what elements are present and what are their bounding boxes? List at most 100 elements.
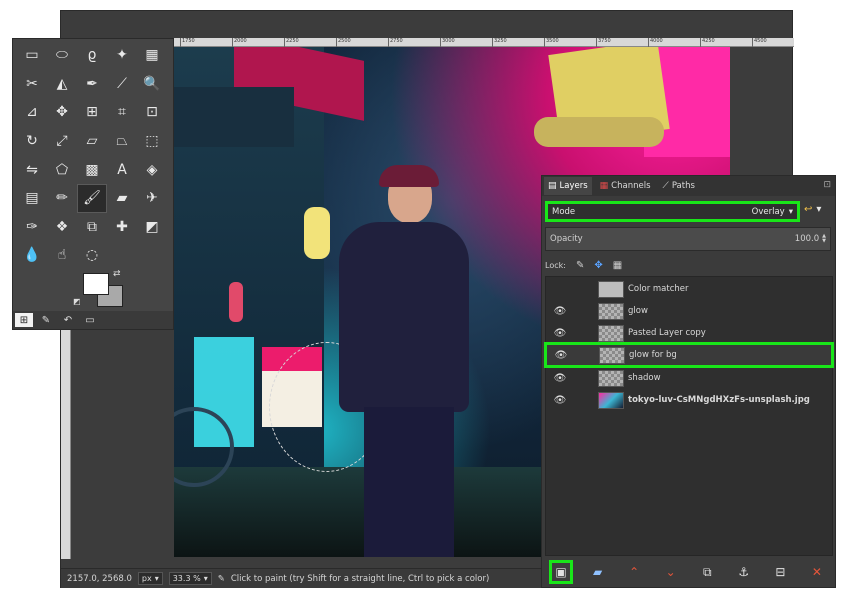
alignment-icon[interactable]: ⊞ — [77, 98, 107, 127]
composite-mode-icon: ↩ — [804, 204, 813, 215]
heal-icon[interactable]: ✚ — [107, 213, 137, 242]
layer-row[interactable]: 👁 glow for bg — [544, 342, 834, 368]
dodge-burn-icon[interactable]: ◌ — [77, 241, 107, 270]
bucket-fill-icon[interactable]: ◈ — [137, 155, 167, 184]
handle-transform-icon[interactable]: ⬚ — [137, 127, 167, 156]
measure-icon[interactable]: ⊿ — [17, 98, 47, 127]
layer-row[interactable]: Color matcher — [546, 278, 832, 300]
layer-name[interactable]: Pasted Layer copy — [628, 328, 706, 338]
lower-layer-icon[interactable]: ⌄ — [659, 560, 683, 584]
spin-down-icon[interactable]: ▼ — [822, 239, 826, 244]
flip-icon[interactable]: ⇋ — [17, 155, 47, 184]
fuzzy-select-icon[interactable]: ✦ — [107, 41, 137, 70]
layers-buttons: ▣ ▰ ⌃ ⌄ ⧉ ⚓ ⊟ ✕ — [545, 559, 833, 585]
ruler-tick — [544, 38, 545, 47]
layer-row[interactable]: 👁 shadow — [546, 367, 832, 389]
opacity-spinner[interactable]: ▲ ▼ — [822, 234, 826, 244]
zoom-select[interactable]: 33.3 % ▾ — [168, 572, 212, 585]
layer-thumbnail[interactable] — [598, 324, 624, 342]
foreground-color[interactable] — [83, 273, 109, 295]
paths-icon[interactable]: ✒ — [77, 70, 107, 99]
composite-mode-button[interactable]: ↩ ▾ — [804, 204, 821, 215]
gradient-icon[interactable]: ▤ — [17, 184, 47, 213]
layer-thumbnail[interactable] — [599, 346, 625, 364]
undo-history-tab-icon[interactable]: ↶ — [59, 313, 77, 327]
layer-name[interactable]: tokyo-luv-CsMNgdHXzFs-unsplash.jpg — [628, 395, 810, 405]
anchor-layer-icon[interactable]: ⚓ — [732, 560, 756, 584]
dock-menu-icon[interactable]: ⊡ — [823, 180, 831, 190]
layer-thumbnail[interactable] — [598, 302, 624, 320]
clone-icon[interactable]: ⧉ — [77, 213, 107, 242]
warp-icon[interactable]: ▩ — [77, 155, 107, 184]
perspective-clone-icon[interactable]: ◩ — [137, 213, 167, 242]
eye-icon[interactable]: 👁 — [546, 395, 570, 406]
ink-icon[interactable]: ✑ — [17, 213, 47, 242]
tab-channels[interactable]: ▦ Channels — [596, 177, 655, 195]
scale-icon[interactable]: ⤢ — [47, 127, 77, 156]
lock-label: Lock: — [545, 260, 566, 270]
horizontal-ruler[interactable]: 1750 2000 2250 2500 2750 3000 3250 3500 3750 4000… — [174, 38, 794, 47]
eye-icon[interactable]: 👁 — [546, 328, 570, 339]
pencil-icon[interactable]: ✏ — [47, 184, 77, 213]
swap-colors-icon[interactable]: ⇄ — [113, 269, 121, 279]
duplicate-layer-icon[interactable]: ⧉ — [695, 560, 719, 584]
crop-icon[interactable]: ⌗ — [107, 98, 137, 127]
delete-layer-icon[interactable]: ✕ — [805, 560, 829, 584]
layer-name[interactable]: glow — [628, 306, 648, 316]
lock-alpha-icon[interactable]: ▦ — [613, 260, 622, 271]
paintbrush-icon[interactable]: 🖌 — [77, 183, 107, 213]
scissors-select-icon[interactable]: ✂ — [17, 70, 47, 99]
free-select-icon[interactable]: ϱ — [77, 41, 107, 70]
eye-icon[interactable]: 👁 — [546, 306, 570, 317]
layer-name[interactable]: glow for bg — [629, 350, 677, 360]
images-tab-icon[interactable]: ▭ — [81, 313, 99, 327]
eye-icon[interactable]: 👁 — [547, 350, 571, 361]
layer-name[interactable]: shadow — [628, 373, 661, 383]
raise-layer-icon[interactable]: ⌃ — [622, 560, 646, 584]
cage-icon[interactable]: ⬠ — [47, 155, 77, 184]
blur-icon[interactable]: 💧 — [17, 241, 47, 270]
device-status-tab-icon[interactable]: ✎ — [37, 313, 55, 327]
layer-row[interactable]: 👁 Pasted Layer copy — [546, 322, 832, 344]
text-icon[interactable]: A — [107, 155, 137, 184]
layer-thumbnail[interactable] — [598, 280, 624, 298]
airbrush-icon[interactable]: ✈ — [137, 184, 167, 213]
eye-icon[interactable]: 👁 — [546, 373, 570, 384]
default-colors-icon[interactable]: ◩ — [73, 297, 81, 306]
lock-position-icon[interactable]: ✥ — [594, 260, 602, 271]
lock-pixels-icon[interactable]: ✎ — [576, 260, 584, 271]
paths-tab-icon: ⟋ — [662, 181, 669, 191]
layer-mode-select[interactable]: Mode Overlay ▾ — [545, 201, 800, 222]
toolbox-tabs: ⊞ ✎ ↶ ▭ — [13, 311, 173, 329]
select-by-color-icon[interactable]: ▦ — [137, 41, 167, 70]
transform-icon[interactable]: ⊡ — [137, 98, 167, 127]
layer-thumbnail[interactable] — [598, 391, 624, 409]
ellipse-select-icon[interactable]: ⬭ — [47, 41, 77, 70]
new-layer-icon[interactable]: ▣ — [549, 560, 573, 584]
smudge-icon[interactable]: ☝ — [47, 241, 77, 270]
perspective-icon[interactable]: ⏢ — [107, 127, 137, 156]
tab-layers[interactable]: ▤ Layers — [544, 177, 592, 195]
merge-layer-icon[interactable]: ⊟ — [768, 560, 792, 584]
layer-row[interactable]: 👁 glow — [546, 300, 832, 322]
eraser-icon[interactable]: ▰ — [107, 184, 137, 213]
layer-thumbnail[interactable] — [598, 369, 624, 387]
foreground-select-icon[interactable]: ◭ — [47, 70, 77, 99]
new-layer-group-icon[interactable]: ▰ — [586, 560, 610, 584]
ruler-tick — [700, 38, 701, 47]
tool-grid: ▭ ⬭ ϱ ✦ ▦ ✂ ◭ ✒ ⟋ 🔍 ⊿ ✥ ⊞ ⌗ ⊡ ↻ ⤢ ▱ ⏢ ⬚ ⇋ ⬠ ▩ A ◈ ▤ ✏ 🖌 ▰ ✈ ✑ ❖ ⧉ ✚ ◩ 💧 ☝ ◌ — [17, 41, 171, 270]
unit-select[interactable]: px ▾ — [137, 572, 163, 585]
move-icon[interactable]: ✥ — [47, 98, 77, 127]
tab-paths[interactable]: ⟋ Paths — [659, 177, 699, 195]
zoom-icon[interactable]: 🔍 — [137, 70, 167, 99]
rotate-icon[interactable]: ↻ — [17, 127, 47, 156]
opacity-field[interactable]: Opacity 100.0 ▲ ▼ — [545, 227, 831, 251]
mypaint-brush-icon[interactable]: ❖ — [47, 213, 77, 242]
rect-select-icon[interactable]: ▭ — [17, 41, 47, 70]
tab-label: Channels — [611, 181, 651, 191]
layer-row[interactable]: 👁 tokyo-luv-CsMNgdHXzFs-unsplash.jpg — [546, 389, 832, 411]
layer-name[interactable]: Color matcher — [628, 284, 689, 294]
color-picker-icon[interactable]: ⟋ — [107, 70, 137, 99]
tool-options-tab-icon[interactable]: ⊞ — [15, 313, 33, 327]
shear-icon[interactable]: ▱ — [77, 127, 107, 156]
